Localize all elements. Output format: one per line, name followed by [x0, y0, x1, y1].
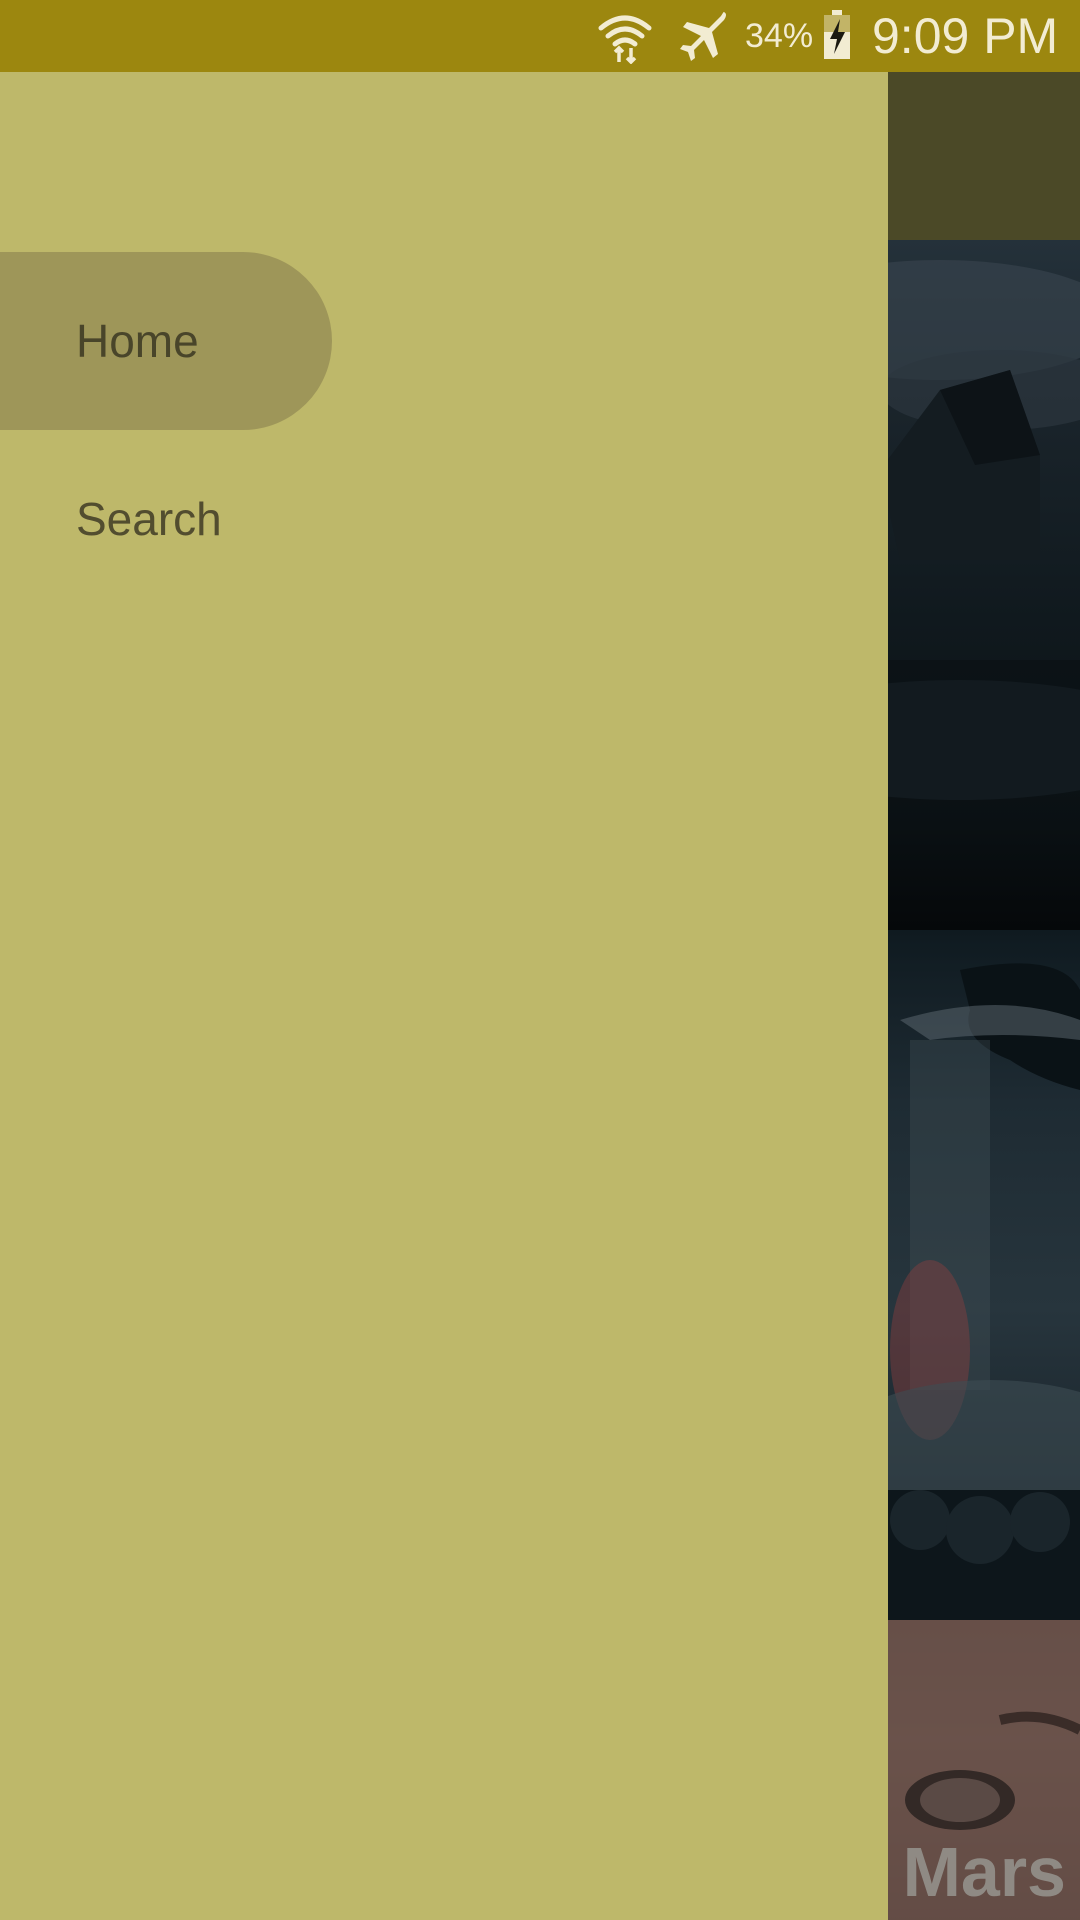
- airplane-mode-icon: [680, 11, 726, 61]
- nav-item-label: Home: [76, 315, 199, 367]
- wifi-data-icon: [598, 15, 652, 64]
- status-time: 9:09 PM: [872, 8, 1059, 64]
- navigation-drawer: Home Search: [0, 72, 888, 1920]
- nav-item-label: Search: [76, 493, 222, 545]
- screen: 34% 9:09 PM Mars Home Search: [0, 0, 1080, 1920]
- nav-item-home[interactable]: Home: [0, 252, 332, 430]
- nav-item-search[interactable]: Search: [0, 430, 332, 608]
- status-bar: 34% 9:09 PM: [0, 0, 1080, 72]
- battery-percent: 34%: [745, 17, 814, 55]
- poster-title: Mars: [902, 1833, 1066, 1911]
- battery-charging-icon: [824, 10, 850, 59]
